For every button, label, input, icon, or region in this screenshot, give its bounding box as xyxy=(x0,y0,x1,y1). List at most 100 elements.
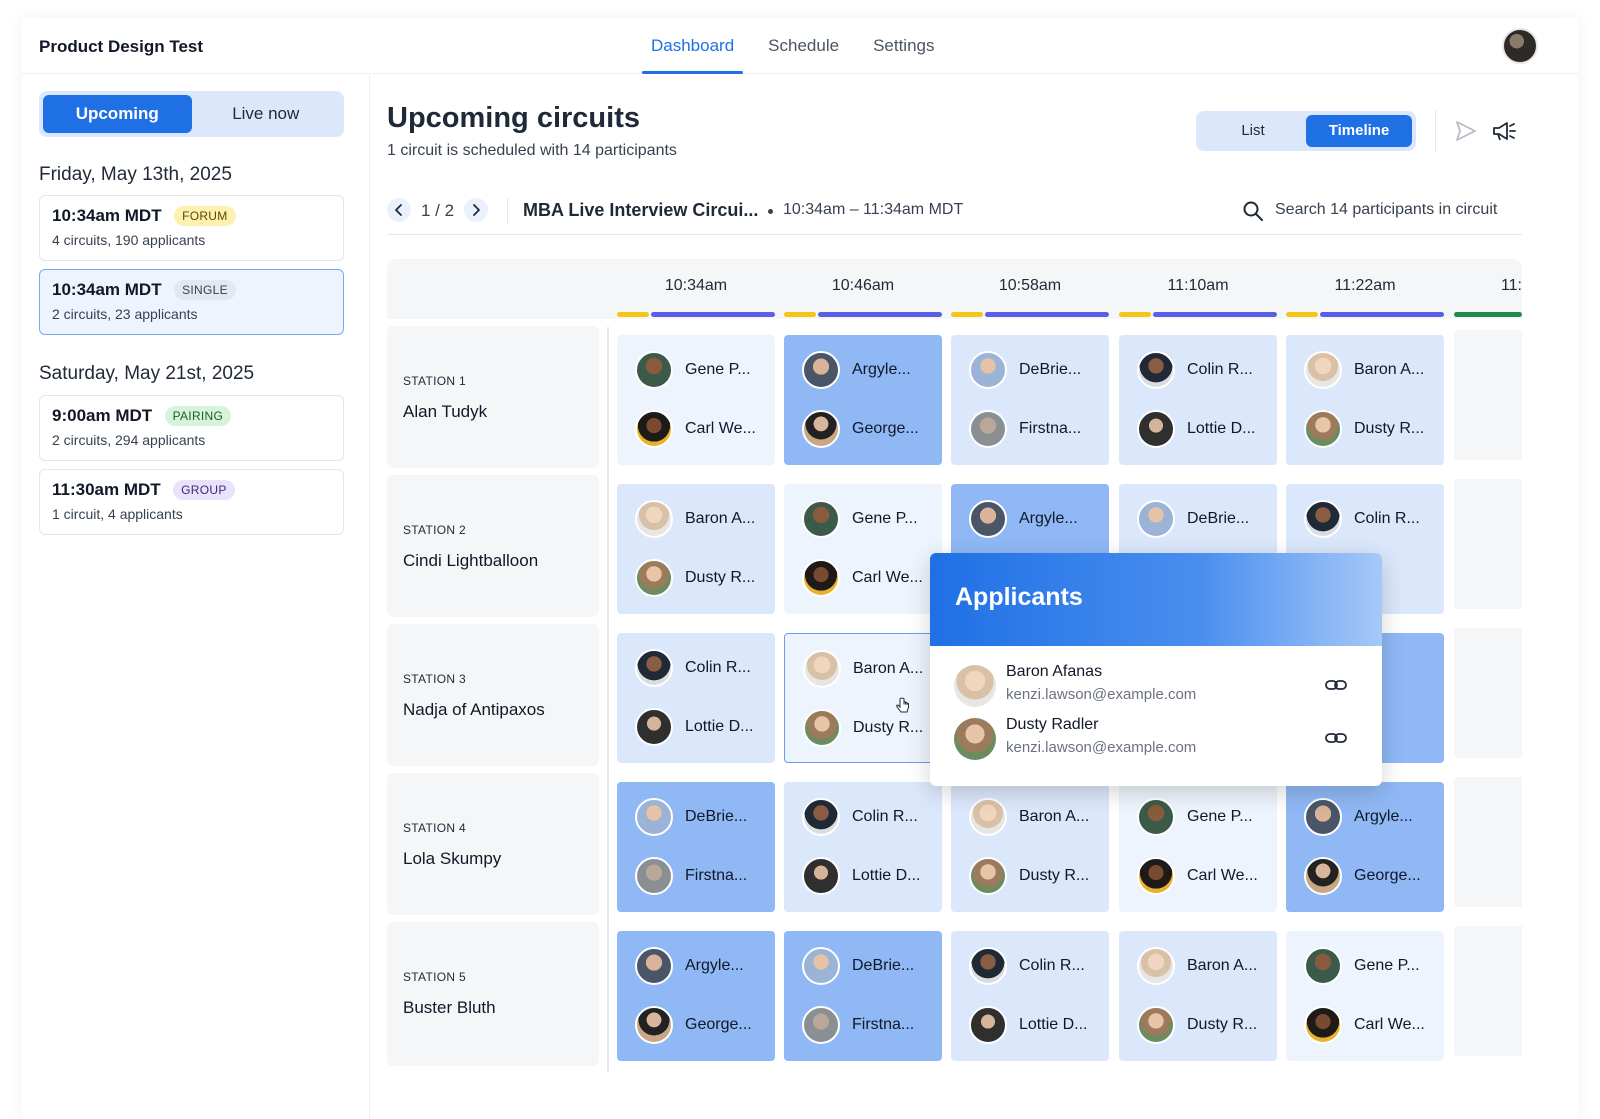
avatar xyxy=(803,709,841,747)
interview-slot-cell[interactable]: Argyle... George... xyxy=(617,931,775,1061)
prev-page-button[interactable] xyxy=(387,198,411,222)
participant-chip[interactable]: Carl We... xyxy=(1304,1005,1425,1045)
participant-chip[interactable]: Colin R... xyxy=(1137,350,1253,390)
interview-slot-cell[interactable]: DeBrie... Firstna... xyxy=(784,931,942,1061)
station-row-header: STATION 5 Buster Bluth xyxy=(387,922,599,1066)
interview-slot-cell[interactable]: Gene P... Carl We... xyxy=(1286,931,1444,1061)
avatar xyxy=(635,500,673,538)
interview-slot-cell[interactable]: Gene P... Carl We... xyxy=(1119,782,1277,912)
user-avatar[interactable] xyxy=(1502,28,1538,64)
schedule-slot[interactable]: 9:00am MDT PAIRING 2 circuits, 294 appli… xyxy=(39,395,344,461)
avatar xyxy=(954,718,996,760)
participant-chip[interactable]: Baron A... xyxy=(1137,946,1257,986)
session-indicator xyxy=(1454,312,1522,317)
schedule-slot-selected[interactable]: 10:34am MDT SINGLE 2 circuits, 23 applic… xyxy=(39,269,344,335)
participant-chip[interactable]: Colin R... xyxy=(969,946,1085,986)
participant-chip[interactable]: Baron A... xyxy=(1304,350,1424,390)
participant-chip[interactable]: Gene P... xyxy=(1137,797,1253,837)
participant-chip[interactable]: George... xyxy=(635,1005,752,1045)
participant-chip[interactable]: George... xyxy=(802,409,919,449)
slot-time: 10:34am MDT xyxy=(52,206,162,225)
send-icon[interactable] xyxy=(1452,117,1480,145)
timeline-view-button[interactable]: Timeline xyxy=(1306,115,1412,147)
tab-settings[interactable]: Settings xyxy=(856,18,951,74)
avatar xyxy=(1137,857,1175,895)
participant-chip[interactable]: Baron A... xyxy=(635,499,755,539)
participant-chip[interactable]: Carl We... xyxy=(635,409,756,449)
participant-chip[interactable]: Carl We... xyxy=(1137,856,1258,896)
participant-chip[interactable]: Baron A... xyxy=(969,797,1089,837)
list-view-button[interactable]: List xyxy=(1200,115,1306,147)
participant-chip[interactable]: Firstna... xyxy=(969,409,1081,449)
participant-chip[interactable]: DeBrie... xyxy=(969,350,1081,390)
interview-slot-cell[interactable]: Colin R... Lottie D... xyxy=(784,782,942,912)
participant-chip[interactable]: DeBrie... xyxy=(802,946,914,986)
participant-chip[interactable]: Dusty R... xyxy=(635,558,755,598)
participant-chip[interactable]: Lottie D... xyxy=(635,707,753,747)
participant-search-input[interactable]: Search 14 participants in circuit xyxy=(1275,201,1497,219)
interview-slot-cell[interactable]: Colin R... Lottie D... xyxy=(951,931,1109,1061)
participant-chip[interactable]: Colin R... xyxy=(802,797,918,837)
interview-slot-cell[interactable]: Gene P... Carl We... xyxy=(617,335,775,465)
live-now-tab[interactable]: Live now xyxy=(192,95,341,133)
interview-slot-cell[interactable]: Argyle... George... xyxy=(1286,782,1444,912)
applicant-email: kenzi.lawson@example.com xyxy=(1006,739,1197,756)
interview-slot-cell[interactable]: Baron A... Dusty R... xyxy=(1286,335,1444,465)
participant-chip[interactable]: Lottie D... xyxy=(1137,409,1255,449)
interview-slot-cell[interactable]: Baron A... Dusty R... xyxy=(1119,931,1277,1061)
participant-chip[interactable]: Baron A... xyxy=(803,649,923,689)
participant-chip[interactable]: Gene P... xyxy=(635,350,751,390)
tab-dashboard[interactable]: Dashboard xyxy=(634,18,751,74)
slot-summary: 1 circuit, 4 applicants xyxy=(52,506,183,522)
participant-chip[interactable]: Dusty R... xyxy=(1137,1005,1257,1045)
next-column-cell xyxy=(1454,479,1522,609)
participant-chip[interactable]: Argyle... xyxy=(969,499,1078,539)
participant-chip[interactable]: DeBrie... xyxy=(635,797,747,837)
applicant-row[interactable]: Baron Afanas kenzi.lawson@example.com xyxy=(954,663,1358,709)
interview-slot-cell[interactable]: DeBrie... Firstna... xyxy=(951,335,1109,465)
schedule-slot[interactable]: 11:30am MDT GROUP 1 circuit, 4 applicant… xyxy=(39,469,344,535)
participant-chip[interactable]: Lottie D... xyxy=(802,856,920,896)
participant-name: Lottie D... xyxy=(1019,1016,1088,1033)
participant-chip[interactable]: Colin R... xyxy=(1304,499,1420,539)
participant-chip[interactable]: Colin R... xyxy=(635,648,751,688)
participant-chip[interactable]: Argyle... xyxy=(635,946,744,986)
megaphone-icon[interactable] xyxy=(1490,117,1518,145)
link-icon[interactable] xyxy=(1324,675,1348,695)
tab-schedule[interactable]: Schedule xyxy=(751,18,856,74)
participant-chip[interactable]: George... xyxy=(1304,856,1421,896)
participant-chip[interactable]: Firstna... xyxy=(635,856,747,896)
interview-slot-cell[interactable]: Gene P... Carl We... xyxy=(784,484,942,614)
participant-chip[interactable]: DeBrie... xyxy=(1137,499,1249,539)
participant-name: Colin R... xyxy=(1187,361,1253,378)
station-interviewer: Lola Skumpy xyxy=(403,849,502,868)
interview-slot-cell[interactable]: Baron A... Dusty R... xyxy=(617,484,775,614)
interview-slot-cell[interactable]: Argyle... George... xyxy=(784,335,942,465)
participant-chip[interactable]: Argyle... xyxy=(1304,797,1413,837)
participant-chip[interactable]: Gene P... xyxy=(1304,946,1420,986)
participant-name: Baron A... xyxy=(1354,361,1425,378)
applicant-row[interactable]: Dusty Radler kenzi.lawson@example.com xyxy=(954,716,1358,762)
participant-chip[interactable]: Firstna... xyxy=(802,1005,914,1045)
participant-chip[interactable]: Argyle... xyxy=(802,350,911,390)
interview-slot-cell[interactable]: Colin R... Lottie D... xyxy=(1119,335,1277,465)
participant-chip[interactable]: Carl We... xyxy=(802,558,923,598)
participant-chip[interactable]: Dusty R... xyxy=(969,856,1089,896)
upcoming-tab[interactable]: Upcoming xyxy=(43,95,192,133)
interview-slot-cell[interactable]: DeBrie... Firstna... xyxy=(617,782,775,912)
interview-slot-cell[interactable]: Baron A... Dusty R... xyxy=(784,633,942,763)
interview-slot-cell[interactable]: Colin R... Lottie D... xyxy=(617,633,775,763)
participant-chip[interactable]: Gene P... xyxy=(802,499,918,539)
schedule-slot[interactable]: 10:34am MDT FORUM 4 circuits, 190 applic… xyxy=(39,195,344,261)
station-number: STATION 4 xyxy=(403,821,466,835)
search-icon[interactable] xyxy=(1242,200,1264,222)
link-icon[interactable] xyxy=(1324,728,1348,748)
interview-slot-cell[interactable]: Baron A... Dusty R... xyxy=(951,782,1109,912)
avatar xyxy=(954,665,996,707)
participant-chip[interactable]: Dusty R... xyxy=(1304,409,1424,449)
applicant-name: Baron Afanas xyxy=(1006,663,1103,680)
participant-chip[interactable]: Lottie D... xyxy=(969,1005,1087,1045)
circuit-name[interactable]: MBA Live Interview Circui... xyxy=(523,200,758,221)
participant-name: Gene P... xyxy=(852,510,918,527)
next-page-button[interactable] xyxy=(464,198,488,222)
